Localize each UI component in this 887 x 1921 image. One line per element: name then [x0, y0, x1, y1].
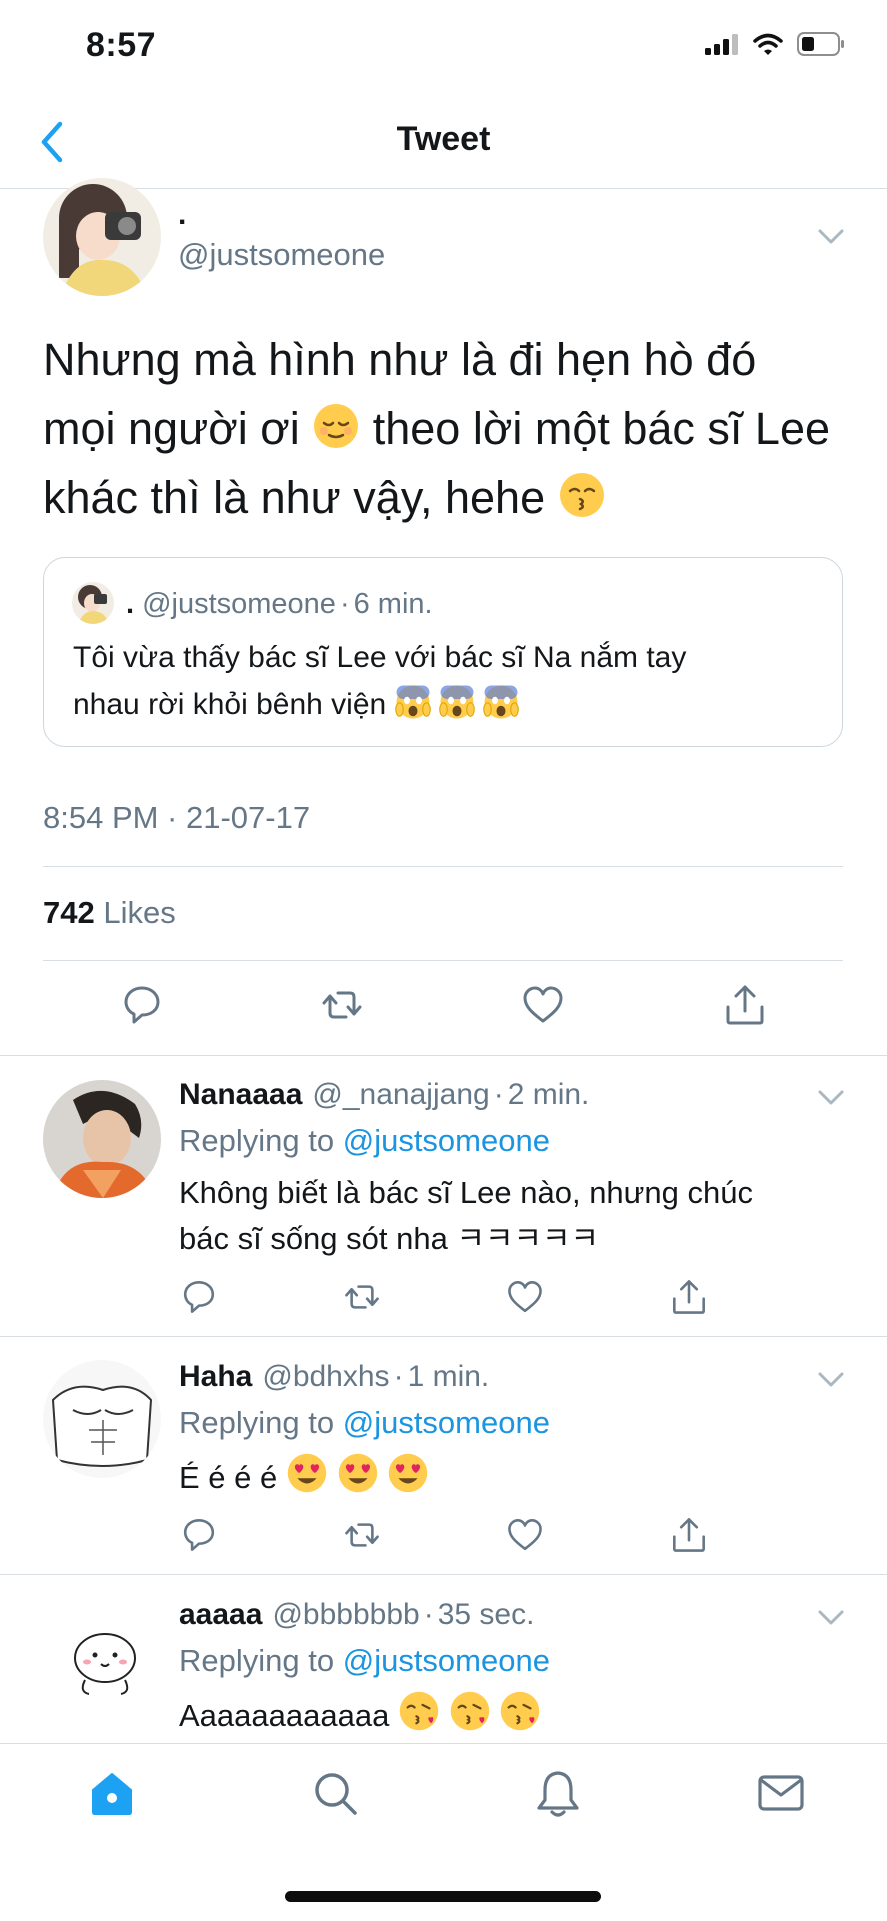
like-icon[interactable]	[506, 1516, 544, 1554]
screaming-face-emoji-icon	[439, 685, 475, 719]
cellular-signal-icon	[705, 34, 738, 55]
notifications-icon[interactable]	[533, 1768, 583, 1818]
search-icon[interactable]	[310, 1768, 360, 1818]
reply-avatar[interactable]	[43, 1600, 161, 1718]
replying-to: Replying to @justsomeone	[179, 1643, 550, 1678]
avatar-sketch-torso	[43, 1360, 161, 1478]
reply-handle[interactable]: @bbbbbbb	[272, 1598, 419, 1631]
reply-name[interactable]: Nanaaaa	[179, 1078, 302, 1111]
relieved-face-emoji-icon	[314, 404, 359, 448]
face-blowing-kiss-emoji-icon	[500, 1691, 540, 1731]
home-indicator[interactable]	[285, 1891, 601, 1902]
divider	[0, 1336, 887, 1337]
avatar-photo-person	[43, 1080, 161, 1198]
chevron-down-icon[interactable]	[817, 1370, 845, 1390]
tweet-timestamp: 8:54 PM · 21-07-17	[43, 800, 311, 835]
page-title: Tweet	[396, 120, 491, 158]
divider	[0, 1574, 887, 1575]
replying-to: Replying to @justsomeone	[179, 1123, 550, 1158]
reply-handle[interactable]: @bdhxhs	[262, 1360, 389, 1393]
retweet-icon[interactable]	[343, 1516, 381, 1554]
wifi-icon	[753, 33, 783, 55]
main-tweet-name[interactable]: .	[178, 198, 186, 232]
reply-time: 2 min.	[507, 1078, 590, 1111]
main-tweet-avatar[interactable]	[43, 178, 161, 296]
divider	[0, 1055, 887, 1056]
like-icon[interactable]	[521, 983, 565, 1027]
screaming-face-emoji-icon	[483, 685, 520, 719]
replying-to-link[interactable]: @justsomeone	[343, 1405, 550, 1440]
face-blowing-kiss-emoji-icon	[450, 1691, 489, 1731]
quoted-tweet-handle: @justsomeone	[142, 588, 336, 620]
kissing-face-emoji-icon	[559, 473, 604, 517]
likes-count[interactable]: 742 Likes	[43, 895, 176, 931]
status-icons	[705, 32, 845, 56]
reply-avatar[interactable]	[43, 1360, 161, 1478]
main-tweet-handle[interactable]: @justsomeone	[178, 237, 385, 273]
quoted-tweet-name: .	[126, 588, 135, 620]
replying-to: Replying to @justsomeone	[179, 1405, 550, 1440]
share-icon[interactable]	[670, 1278, 708, 1316]
avatar-illustration-anime-girl	[43, 178, 161, 296]
quoted-tweet-avatar	[72, 582, 114, 624]
quoted-tweet-header: . @justsomeone · 6 min.	[126, 588, 433, 620]
reply-time: 35 sec.	[437, 1598, 535, 1631]
avatar-cartoon-character	[43, 1600, 161, 1718]
main-tweet-line: khác thì là như vậy, hehe	[43, 463, 863, 532]
reply-header: Haha @bdhxhs · 1 min.	[179, 1360, 490, 1393]
messages-icon[interactable]	[756, 1768, 806, 1818]
quoted-tweet-time: 6 min.	[353, 588, 433, 620]
divider	[43, 866, 843, 867]
reply-icon[interactable]	[180, 1278, 218, 1316]
retweet-icon[interactable]	[320, 983, 364, 1027]
reply-handle[interactable]: @_nanajjang	[312, 1078, 489, 1111]
chevron-down-icon[interactable]	[817, 1608, 845, 1628]
heart-eyes-emoji-icon	[388, 1453, 428, 1493]
main-tweet-line: mọi người ơi theo lời một bác sĩ Lee	[43, 403, 831, 454]
reply-header: Nanaaaa @_nanajjang · 2 min.	[179, 1078, 590, 1111]
like-icon[interactable]	[506, 1278, 544, 1316]
main-tweet-line: Nhưng mà hình như là đi hẹn hò đó	[43, 334, 757, 385]
main-tweet-text: Nhưng mà hình như là đi hẹn hò đó mọi ng…	[43, 325, 863, 532]
reply-text: É é é é	[179, 1452, 859, 1501]
reply-text: Aaaaaaaaaaaa	[179, 1690, 859, 1739]
heart-eyes-emoji-icon	[287, 1453, 327, 1493]
battery-icon	[797, 32, 844, 56]
reply-time: 1 min.	[407, 1360, 490, 1393]
chevron-down-icon[interactable]	[817, 1088, 845, 1108]
reply-header: aaaaa @bbbbbbb · 35 sec.	[179, 1598, 535, 1631]
home-icon[interactable]	[87, 1768, 137, 1818]
reply-name[interactable]: aaaaa	[179, 1598, 262, 1631]
screaming-face-emoji-icon	[394, 685, 431, 719]
divider	[43, 960, 843, 961]
avatar-illustration-anime-girl	[72, 582, 114, 624]
reply-name[interactable]: Haha	[179, 1360, 252, 1393]
replying-to-link[interactable]: @justsomeone	[343, 1123, 550, 1158]
reply-text: Không biết là bác sĩ Lee nào, nhưng chúc…	[179, 1175, 753, 1256]
replying-to-link[interactable]: @justsomeone	[343, 1643, 550, 1678]
chevron-down-icon[interactable]	[817, 227, 845, 247]
status-time: 8:57	[86, 26, 157, 64]
share-icon[interactable]	[723, 983, 767, 1027]
share-icon[interactable]	[670, 1516, 708, 1554]
reply-icon[interactable]	[180, 1516, 218, 1554]
reply-avatar[interactable]	[43, 1080, 161, 1198]
quoted-tweet-text: Tôi vừa thấy bác sĩ Lee với bác sĩ Na nắ…	[73, 641, 687, 721]
reply-icon[interactable]	[120, 983, 164, 1027]
face-blowing-kiss-emoji-icon	[399, 1691, 439, 1731]
heart-eyes-emoji-icon	[338, 1453, 377, 1493]
retweet-icon[interactable]	[343, 1278, 381, 1316]
